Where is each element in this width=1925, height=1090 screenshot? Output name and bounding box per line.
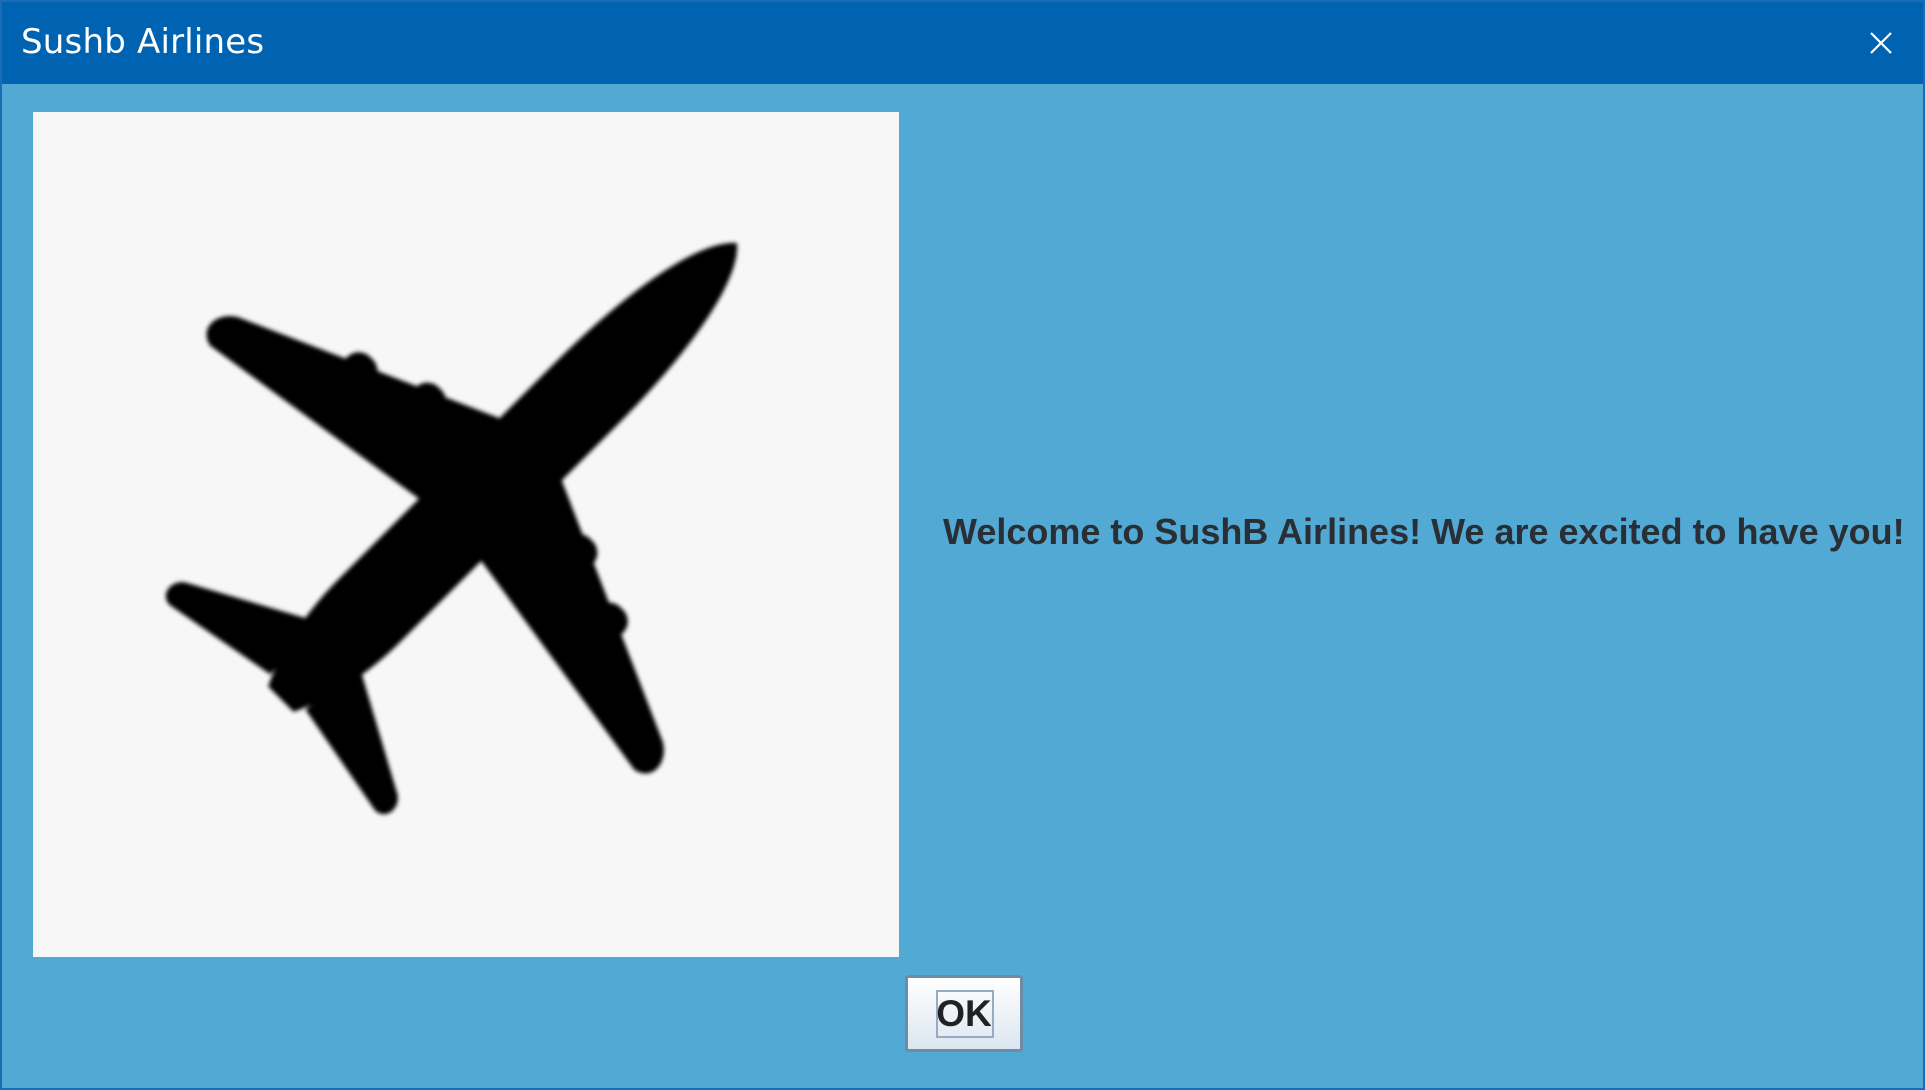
airplane-image bbox=[33, 112, 899, 957]
close-icon bbox=[1870, 32, 1892, 54]
ok-button[interactable]: OK bbox=[905, 975, 1023, 1052]
airplane-icon bbox=[165, 243, 737, 815]
ok-button-label: OK bbox=[936, 993, 992, 1034]
window-title: Sushb Airlines bbox=[21, 22, 265, 62]
title-bar: Sushb Airlines bbox=[2, 0, 1923, 84]
dialog-window: Sushb Airlines Welcome to SushB Airlines… bbox=[0, 0, 1925, 1090]
welcome-message: Welcome to SushB Airlines! We are excite… bbox=[943, 511, 1905, 552]
close-button[interactable] bbox=[1839, 2, 1923, 84]
